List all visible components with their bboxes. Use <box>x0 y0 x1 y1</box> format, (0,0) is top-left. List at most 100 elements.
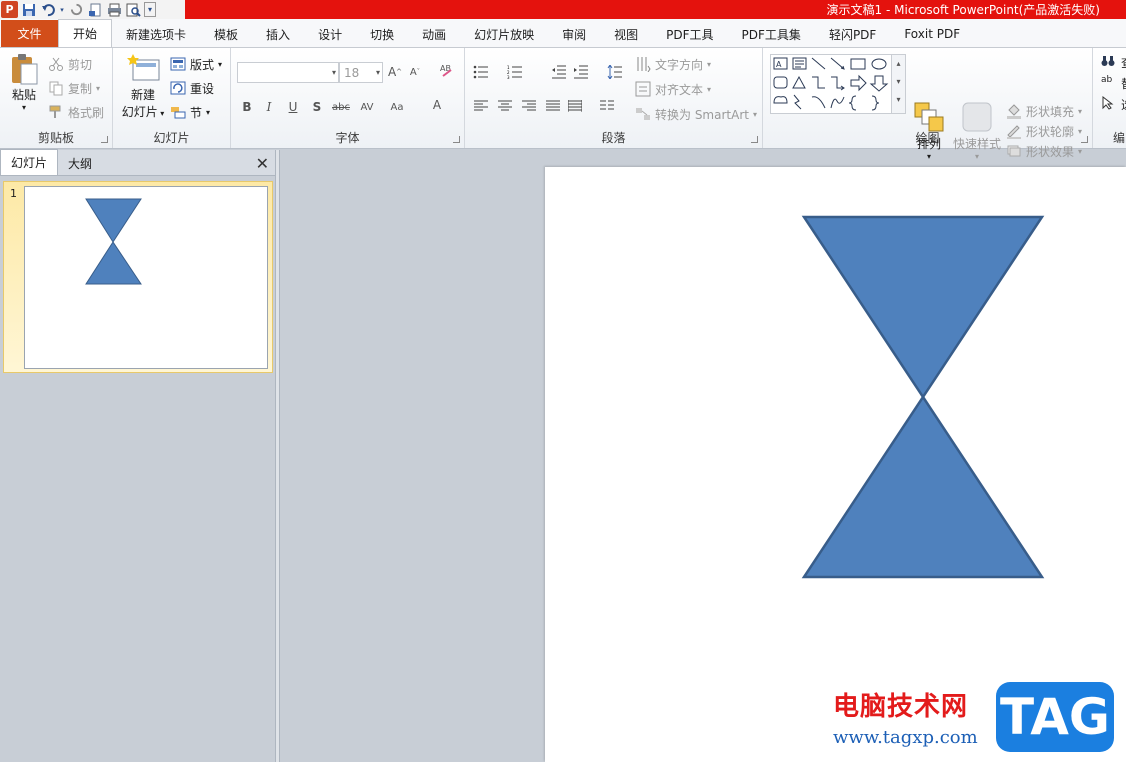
line-spacing-icon[interactable] <box>605 62 625 82</box>
print-preview-icon[interactable] <box>125 1 142 18</box>
format-painter-button[interactable]: 格式刷 <box>48 102 104 122</box>
slide-thumbnail-selected[interactable]: 1 <box>3 181 273 373</box>
tab-review[interactable]: 审阅 <box>548 21 600 47</box>
cut-button[interactable]: 剪切 <box>48 54 92 74</box>
shapes-gallery-icons: A <box>773 57 889 111</box>
shapes-gallery-scroll[interactable]: ▴ ▾ ▾ <box>891 55 905 113</box>
paste-button[interactable]: 粘贴 ▾ <box>4 52 44 112</box>
layout-dropdown-icon: ▾ <box>218 59 223 69</box>
copy-dropdown-icon[interactable]: ▾ <box>96 84 100 93</box>
close-pane-icon[interactable]: ✕ <box>256 154 269 173</box>
align-right-icon[interactable] <box>519 96 539 116</box>
italic-icon[interactable]: I <box>259 97 279 117</box>
pane-splitter[interactable] <box>276 150 280 762</box>
svg-text:A: A <box>776 60 782 69</box>
tab-design[interactable]: 设计 <box>304 21 356 47</box>
tab-foxit-pdf[interactable]: Foxit PDF <box>890 21 974 47</box>
shapes-gallery[interactable]: A ▴ ▾ ▾ <box>770 54 906 114</box>
tab-view[interactable]: 视图 <box>600 21 652 47</box>
undo-dropdown-icon[interactable]: ▾ <box>58 1 66 18</box>
redo-icon[interactable] <box>68 1 85 18</box>
font-name-combo[interactable]: ▾ <box>237 62 339 83</box>
bullets-icon[interactable] <box>471 62 491 82</box>
paragraph-launcher-icon[interactable] <box>751 136 758 143</box>
save-icon[interactable] <box>20 1 37 18</box>
tab-transitions[interactable]: 切换 <box>356 21 408 47</box>
convert-smartart-button[interactable]: 转换为 SmartArt ▾ <box>635 104 757 124</box>
hourglass-shape[interactable] <box>545 167 1126 762</box>
paste-dropdown-icon[interactable]: ▾ <box>4 103 44 112</box>
bold-icon[interactable]: B <box>237 97 257 117</box>
clear-formatting-icon[interactable]: AB <box>437 60 457 80</box>
section-button[interactable]: 节 ▾ <box>170 102 210 122</box>
increase-indent-icon[interactable] <box>571 62 591 82</box>
shadow-icon[interactable]: S <box>307 97 327 117</box>
arrange-button[interactable]: 排列 ▾ <box>911 101 947 161</box>
tab-file[interactable]: 文件 <box>1 20 58 47</box>
tab-templates[interactable]: 模板 <box>200 21 252 47</box>
align-center-icon[interactable] <box>495 96 515 116</box>
clipboard-launcher-icon[interactable] <box>101 136 108 143</box>
binoculars-icon <box>1101 54 1117 70</box>
grow-font-icon[interactable]: A ^ <box>385 62 405 82</box>
shape-effects-button[interactable]: 形状效果 ▾ <box>1006 141 1082 161</box>
shape-effects-dropdown-icon: ▾ <box>1078 146 1083 156</box>
hourglass-top-triangle[interactable] <box>801 215 1045 400</box>
columns-icon[interactable] <box>597 96 617 116</box>
tab-new-tab[interactable]: 新建选项卡 <box>112 21 200 47</box>
font-launcher-icon[interactable] <box>453 136 460 143</box>
align-left-icon[interactable] <box>471 96 491 116</box>
quick-styles-button[interactable]: 快速样式 ▾ <box>952 101 1002 161</box>
select-button[interactable]: 选 <box>1101 94 1126 114</box>
tab-slides[interactable]: 幻灯片 <box>0 149 58 175</box>
underline-icon[interactable]: U <box>283 97 303 117</box>
text-direction-button[interactable]: 文字方向 ▾ <box>635 54 711 74</box>
new-document-icon[interactable] <box>87 1 104 18</box>
tab-insert[interactable]: 插入 <box>252 21 304 47</box>
slide-thumbnail[interactable] <box>24 186 268 369</box>
tab-slideshow[interactable]: 幻灯片放映 <box>460 21 548 47</box>
change-case-icon[interactable]: Aa <box>387 97 407 117</box>
undo-icon[interactable] <box>39 1 56 18</box>
hourglass-bottom-triangle[interactable] <box>801 394 1045 579</box>
tab-home[interactable]: 开始 <box>58 19 113 47</box>
watermark-text: 电脑技术网 <box>833 692 969 722</box>
shrink-font-icon[interactable]: Aˇ <box>405 62 425 82</box>
shape-fill-button[interactable]: 形状填充 ▾ <box>1006 101 1082 121</box>
tab-animations[interactable]: 动画 <box>408 21 460 47</box>
layout-icon <box>170 56 186 72</box>
shape-outline-button[interactable]: 形状轮廓 ▾ <box>1006 121 1082 141</box>
character-spacing-icon[interactable]: AV <box>357 97 377 117</box>
slide-canvas[interactable] <box>545 167 1126 762</box>
font-name-dropdown-icon: ▾ <box>331 68 336 77</box>
justify-icon[interactable] <box>543 96 563 116</box>
decrease-indent-icon[interactable] <box>549 62 569 82</box>
font-group-label: 字体 <box>335 131 360 145</box>
distributed-icon[interactable] <box>565 96 585 116</box>
tab-pdf-tools[interactable]: PDF工具 <box>652 21 727 47</box>
layout-button[interactable]: 版式 ▾ <box>170 54 222 74</box>
strikethrough-icon[interactable]: abc <box>331 97 351 117</box>
align-text-icon <box>635 81 651 97</box>
font-color-icon[interactable]: A <box>427 95 447 115</box>
font-size-combo[interactable]: 18 ▾ <box>339 62 383 83</box>
find-button[interactable]: 查 <box>1101 52 1126 72</box>
tab-outline[interactable]: 大纲 <box>58 151 102 175</box>
numbering-icon[interactable]: 123 <box>505 62 525 82</box>
convert-smartart-label: 转换为 SmartArt <box>655 107 749 122</box>
shape-outline-label: 形状轮廓 <box>1026 124 1075 139</box>
customize-qat-icon[interactable]: ▾ <box>144 2 156 17</box>
tab-light-pdf[interactable]: 轻闪PDF <box>815 21 890 47</box>
new-slide-button[interactable]: 新建 幻灯片 ▾ <box>119 52 167 120</box>
tab-pdf-toolset[interactable]: PDF工具集 <box>728 21 815 47</box>
powerpoint-app-icon[interactable]: P <box>1 1 18 18</box>
drawing-launcher-icon[interactable] <box>1081 136 1088 143</box>
align-text-button[interactable]: 对齐文本 ▾ <box>635 79 711 99</box>
reset-button[interactable]: 重设 <box>170 78 214 98</box>
print-icon[interactable] <box>106 1 123 18</box>
paragraph-group-label: 段落 <box>601 131 626 145</box>
watermark-url: www.tagxp.com <box>833 727 978 748</box>
font-size-value: 18 <box>344 65 360 80</box>
replace-button[interactable]: ab 替 <box>1101 73 1126 93</box>
copy-button[interactable]: 复制 ▾ <box>48 78 100 98</box>
